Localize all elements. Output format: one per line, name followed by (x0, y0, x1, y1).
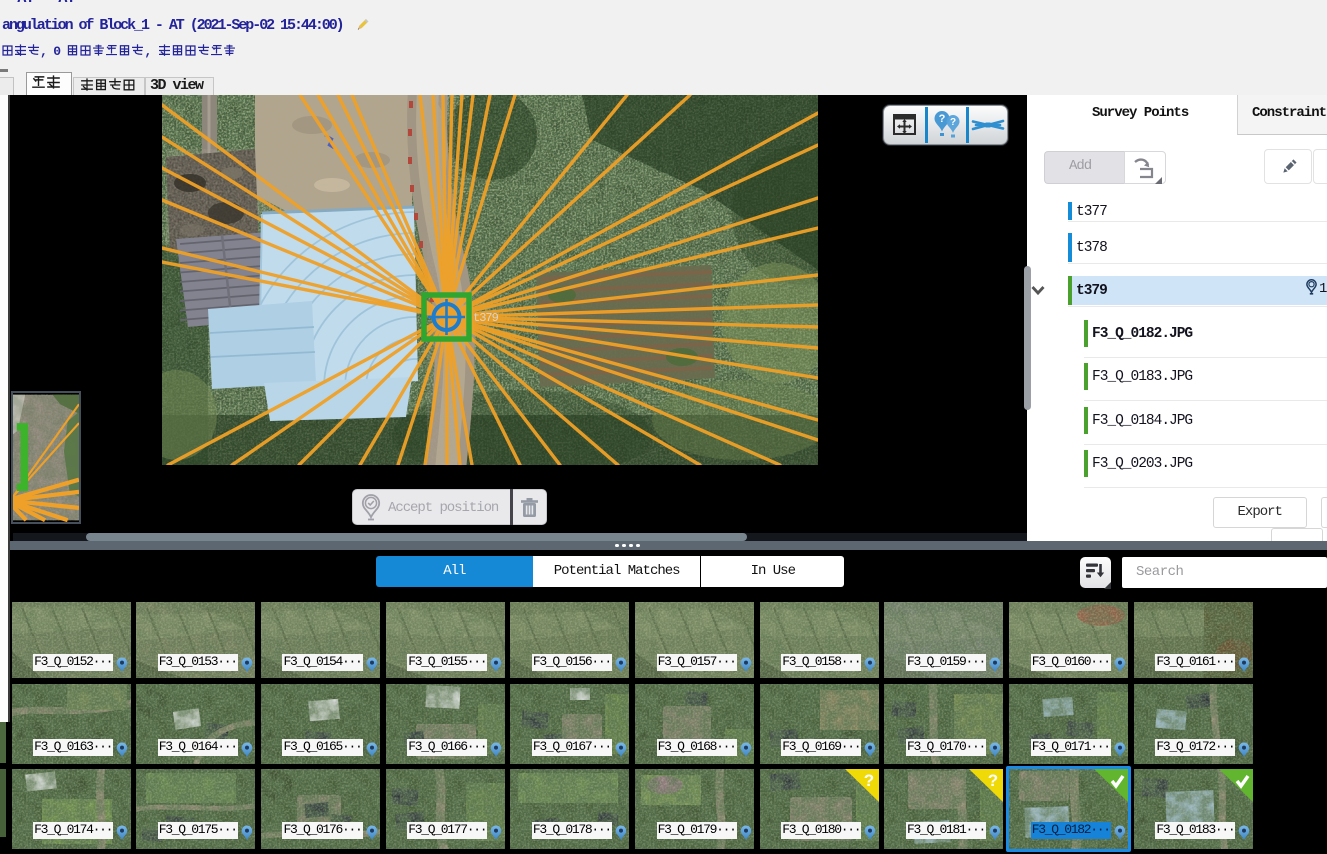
svg-text:t379: t379 (473, 311, 499, 325)
svg-text:?: ? (939, 113, 946, 125)
svg-text:?: ? (988, 771, 998, 790)
svg-text:?: ? (863, 771, 873, 790)
svg-text:?: ? (950, 117, 956, 128)
